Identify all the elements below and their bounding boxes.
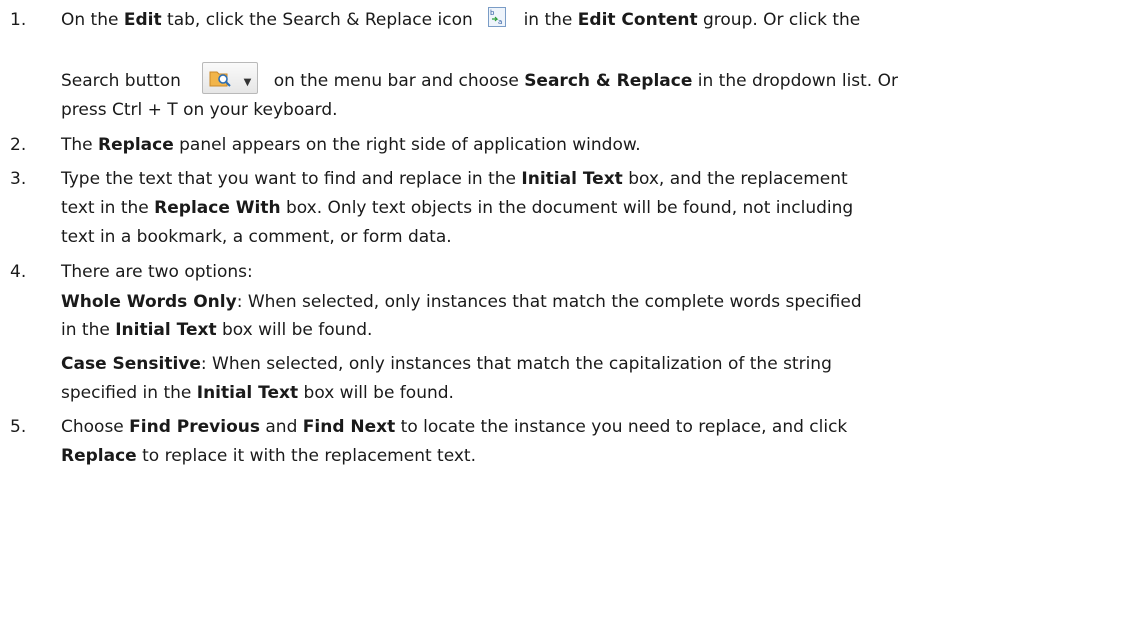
document-page: 1. On the Edit tab, click the Search & R… (0, 0, 1124, 644)
option-whole-words-line-2: in the Initial Text box will be found. (61, 320, 373, 340)
step-1-line-3: press Ctrl + T on your keyboard. (61, 100, 338, 120)
step-4-intro: There are two options: (61, 262, 253, 282)
step-number: 1. (10, 10, 27, 30)
svg-text:b: b (490, 9, 495, 17)
step-number: 2. (10, 135, 27, 155)
step-3-line-3: text in a bookmark, a comment, or form d… (61, 227, 452, 247)
step-5-line-2: Replace to replace it with the replaceme… (61, 446, 476, 466)
step-3-line-1: Type the text that you want to find and … (61, 169, 848, 189)
step-5-line-1: Choose Find Previous and Find Next to lo… (61, 417, 848, 437)
option-case-sensitive-line-2: specified in the Initial Text box will b… (61, 383, 454, 403)
step-1-line-1: On the Edit tab, click the Search & Repl… (61, 7, 861, 30)
option-whole-words-line-1: Whole Words Only: When selected, only in… (61, 292, 862, 312)
step-number: 5. (10, 417, 27, 437)
search-replace-icon: ba (488, 7, 507, 27)
search-button-icon: ▼ (202, 62, 259, 94)
step-2-line-1: The Replace panel appears on the right s… (61, 135, 641, 155)
svg-text:a: a (498, 18, 502, 26)
step-1-line-2: Search button ▼ on the menu bar and choo… (61, 62, 898, 95)
step-3-line-2: text in the Replace With box. Only text … (61, 198, 854, 218)
step-number: 3. (10, 169, 27, 189)
step-number: 4. (10, 262, 27, 282)
option-case-sensitive-line-1: Case Sensitive: When selected, only inst… (61, 354, 832, 374)
chevron-down-icon: ▼ (243, 77, 252, 88)
